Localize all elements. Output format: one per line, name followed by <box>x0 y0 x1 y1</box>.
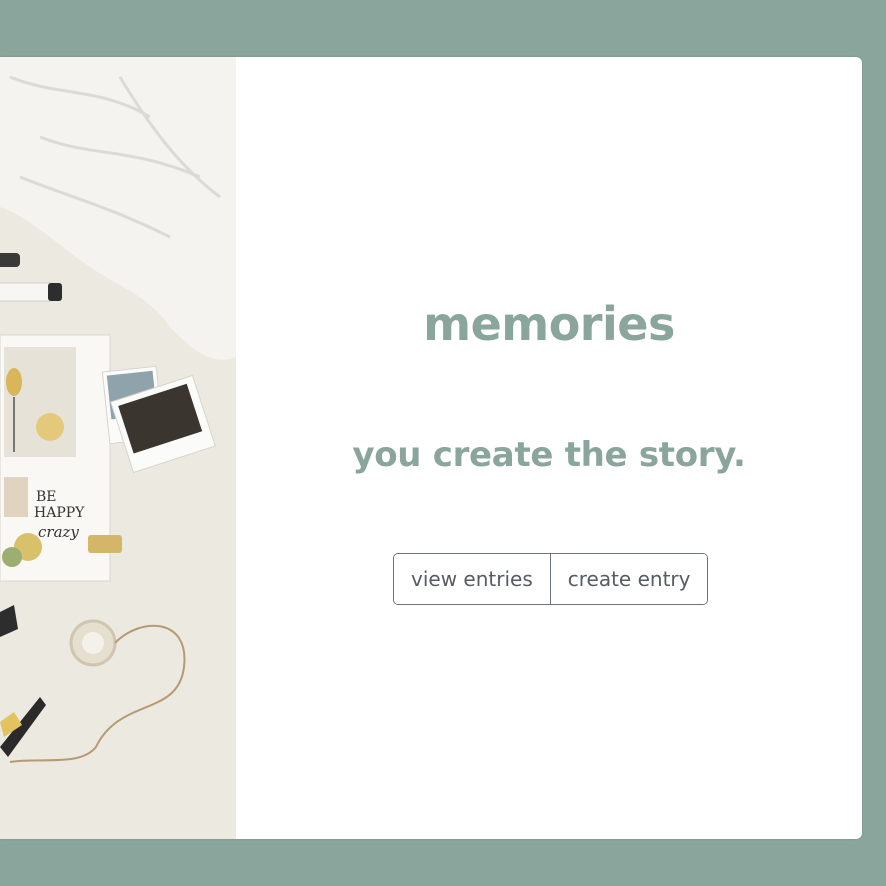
tagline: you create the story. <box>352 435 746 475</box>
view-entries-button[interactable]: view entries <box>394 554 550 604</box>
hero-photo: BE HAPPY crazy <box>0 57 236 839</box>
sticker-text-crazy: crazy <box>38 523 79 541</box>
create-entry-button[interactable]: create entry <box>549 554 708 604</box>
hero-card: BE HAPPY crazy memories you create the s… <box>0 57 862 839</box>
hero-content: memories you create the story. view entr… <box>236 57 862 839</box>
scrapbook-flatlay-image: BE HAPPY crazy <box>0 57 236 839</box>
sticker-text-be: BE <box>36 489 57 505</box>
sticker-text-happy: HAPPY <box>34 505 85 521</box>
page-title: memories <box>423 297 675 351</box>
entry-actions-button-group: view entries create entry <box>393 553 709 605</box>
